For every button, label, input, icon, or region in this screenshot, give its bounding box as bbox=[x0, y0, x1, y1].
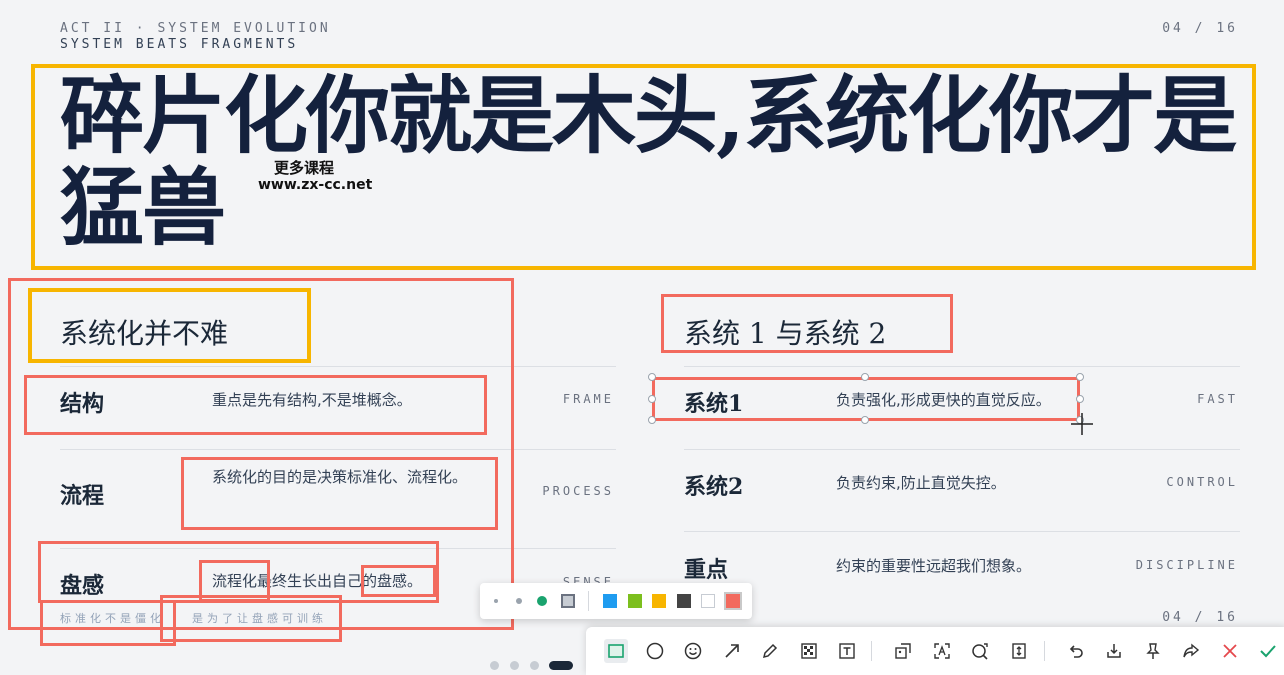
row-tag-frame: FRAME bbox=[562, 392, 614, 406]
resize-handle[interactable] bbox=[648, 395, 656, 403]
divider bbox=[871, 641, 872, 661]
pager-dot[interactable] bbox=[490, 661, 499, 670]
resize-handle[interactable] bbox=[1076, 395, 1084, 403]
undo-icon[interactable] bbox=[1064, 639, 1088, 663]
save-icon[interactable] bbox=[1102, 639, 1126, 663]
ocr-icon[interactable] bbox=[930, 639, 954, 663]
divider bbox=[684, 531, 1240, 532]
text-icon[interactable] bbox=[835, 639, 859, 663]
annotation-toolbar bbox=[586, 627, 1284, 675]
divider bbox=[588, 591, 589, 611]
size-large-option[interactable] bbox=[537, 596, 547, 606]
annotation-rect-yellow-title[interactable] bbox=[31, 64, 1256, 270]
annotation-rect-red-right-heading[interactable] bbox=[661, 294, 953, 353]
color-swatch-dark[interactable] bbox=[677, 594, 691, 608]
color-swatch-yellow[interactable] bbox=[652, 594, 666, 608]
size-medium-option[interactable] bbox=[516, 598, 522, 604]
annotation-rect-red-structure[interactable] bbox=[24, 375, 487, 435]
page-number-bottom: 04 / 16 bbox=[1162, 610, 1238, 625]
slide-eyebrow: ACT II · SYSTEM EVOLUTION bbox=[60, 21, 331, 36]
divider bbox=[684, 449, 1240, 450]
pin-icon[interactable] bbox=[1141, 639, 1165, 663]
pager-dot[interactable] bbox=[510, 661, 519, 670]
row-desc-system2: 负责约束,防止直觉失控。 bbox=[836, 474, 1006, 492]
confirm-icon[interactable] bbox=[1256, 639, 1280, 663]
color-swatch-red-selected[interactable] bbox=[724, 592, 742, 610]
annotation-rect-red-selected[interactable] bbox=[652, 377, 1080, 421]
page-number: 04 / 16 bbox=[1162, 21, 1238, 36]
emoji-icon[interactable] bbox=[681, 639, 705, 663]
crosshair-cursor-icon bbox=[1071, 413, 1093, 435]
ellipse-icon[interactable] bbox=[643, 639, 667, 663]
row-tag-process: PROCESS bbox=[542, 484, 614, 498]
share-icon[interactable] bbox=[1179, 639, 1203, 663]
pager-dot-active[interactable] bbox=[549, 661, 573, 670]
resize-handle[interactable] bbox=[648, 416, 656, 424]
color-swatch-green[interactable] bbox=[628, 594, 642, 608]
color-palette bbox=[480, 583, 752, 619]
annotation-rect-red-word[interactable] bbox=[361, 565, 436, 597]
row-tag-discipline: DISCIPLINE bbox=[1135, 558, 1238, 572]
divider bbox=[684, 366, 1240, 367]
row-desc-key-point: 约束的重要性远超我们想象。 bbox=[836, 557, 1032, 575]
pin-image-icon[interactable] bbox=[891, 639, 915, 663]
pen-icon[interactable] bbox=[758, 639, 782, 663]
resize-handle[interactable] bbox=[648, 373, 656, 381]
size-small-option[interactable] bbox=[494, 599, 498, 603]
resize-handle[interactable] bbox=[861, 373, 869, 381]
annotation-rect-red-footer-b[interactable] bbox=[160, 595, 342, 642]
arrow-icon[interactable] bbox=[720, 639, 744, 663]
resize-handle[interactable] bbox=[861, 416, 869, 424]
row-label-key-point: 重点 bbox=[684, 557, 729, 583]
fill-toggle[interactable] bbox=[561, 594, 575, 608]
cancel-icon[interactable] bbox=[1218, 639, 1242, 663]
color-swatch-white[interactable] bbox=[701, 594, 715, 608]
color-swatch-blue[interactable] bbox=[603, 594, 617, 608]
divider bbox=[1044, 641, 1045, 661]
row-tag-control: CONTROL bbox=[1166, 475, 1238, 489]
pager-dot[interactable] bbox=[530, 661, 539, 670]
resize-handle[interactable] bbox=[1076, 373, 1084, 381]
rectangle-icon[interactable] bbox=[604, 639, 628, 663]
row-tag-fast: FAST bbox=[1197, 392, 1238, 406]
annotation-rect-red-footer-a[interactable] bbox=[40, 600, 176, 646]
translate-icon[interactable] bbox=[968, 639, 992, 663]
slide-subtitle: SYSTEM BEATS FRAGMENTS bbox=[60, 37, 299, 52]
row-label-system2: 系统2 bbox=[684, 474, 744, 500]
scroll-capture-icon[interactable] bbox=[1007, 639, 1031, 663]
annotation-rect-red-process[interactable] bbox=[181, 457, 498, 530]
mosaic-icon[interactable] bbox=[797, 639, 821, 663]
